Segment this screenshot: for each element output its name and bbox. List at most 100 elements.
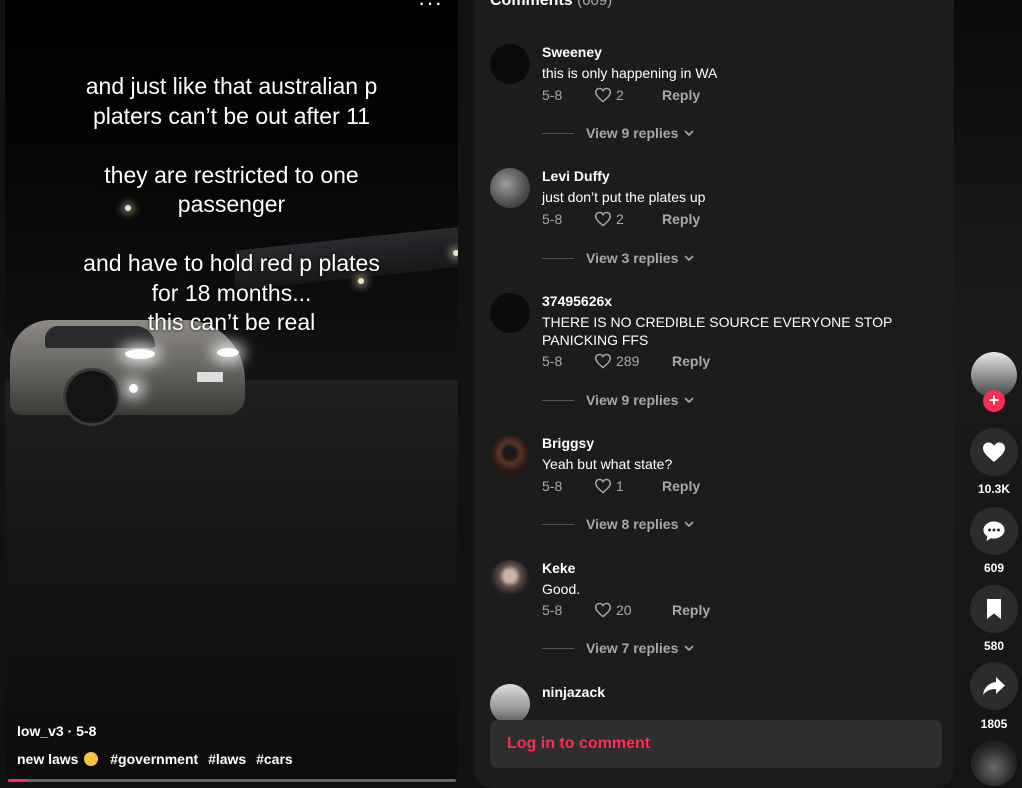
video-progress-fill	[8, 779, 26, 782]
comment-like-count: 2	[616, 211, 624, 227]
comment-icon	[983, 521, 1005, 541]
comment-username[interactable]: Sweeney	[542, 44, 602, 60]
view-replies-label: View 8 replies	[586, 516, 679, 532]
view-replies-label: View 9 replies	[586, 125, 679, 141]
comment-date: 5-8	[542, 353, 563, 369]
comment-text: Yeah but what state?	[542, 456, 673, 472]
comment-button[interactable]	[970, 507, 1018, 555]
comment-like-count: 289	[616, 353, 640, 369]
comments-count: (609)	[577, 0, 613, 9]
hashtag-link[interactable]: #laws	[208, 751, 246, 767]
avatar[interactable]	[490, 435, 530, 475]
save-button[interactable]	[970, 585, 1018, 633]
hashtag-link[interactable]: #government	[110, 751, 198, 767]
like-count: 10.3K	[977, 482, 1011, 496]
comment-date: 5-8	[542, 478, 563, 494]
share-count: 1805	[980, 717, 1008, 731]
like-button[interactable]	[970, 428, 1018, 476]
comments-panel: Comments (609) Sweeney this is only happ…	[474, 0, 954, 788]
comment-meta: 5-8 1 Reply	[542, 478, 700, 494]
share-arrow-icon	[983, 677, 1005, 695]
save-count: 580	[983, 639, 1005, 653]
video-player[interactable]: and just like that australian p platers …	[5, 0, 458, 783]
divider	[542, 132, 574, 134]
comment-count: 609	[983, 561, 1005, 575]
heart-outline-icon[interactable]	[594, 478, 612, 494]
comment-like-count: 2	[616, 87, 624, 103]
avatar[interactable]	[490, 44, 530, 84]
comment-username[interactable]: Briggsy	[542, 435, 594, 451]
comment-text: THERE IS NO CREDIBLE SOURCE EVERYONE STO…	[542, 314, 893, 348]
heart-outline-icon[interactable]	[594, 602, 612, 618]
avatar[interactable]	[490, 560, 530, 600]
view-replies-label: View 3 replies	[586, 250, 679, 266]
comment-meta: 5-8 289 Reply	[542, 353, 710, 369]
chevron-down-icon	[684, 130, 694, 137]
login-to-comment-label: Log in to comment	[507, 735, 651, 752]
reply-button[interactable]: Reply	[662, 87, 700, 103]
view-replies-label: View 7 replies	[586, 640, 679, 656]
music-disc-avatar[interactable]	[971, 740, 1017, 786]
video-scene-plate	[197, 372, 223, 382]
reply-button[interactable]: Reply	[662, 211, 700, 227]
video-scene-headlight	[217, 348, 239, 357]
comments-title: Comments	[490, 0, 573, 9]
comment-meta: 5-8 2 Reply	[542, 211, 700, 227]
plus-icon[interactable]: +	[983, 390, 1005, 412]
view-replies-button[interactable]: View 9 replies	[542, 125, 694, 141]
comment-username[interactable]: 37495626x	[542, 293, 612, 309]
comment-text: Good.	[542, 581, 581, 597]
comment-text: just don’t put the plates up	[542, 189, 706, 205]
login-to-comment-button[interactable]: Log in to comment	[490, 720, 942, 768]
view-replies-button[interactable]: View 7 replies	[542, 640, 694, 656]
avatar[interactable]	[490, 684, 530, 724]
heart-outline-icon[interactable]	[594, 353, 612, 369]
avatar[interactable]	[490, 293, 530, 333]
view-replies-button[interactable]: View 9 replies	[542, 392, 694, 408]
comment-meta: 5-8 2 Reply	[542, 87, 700, 103]
video-progress-bar[interactable]	[8, 779, 456, 782]
comment-username[interactable]: Levi Duffy	[542, 168, 610, 184]
comment-date: 5-8	[542, 211, 563, 227]
comment-date: 5-8	[542, 602, 563, 618]
caption-text: new laws	[17, 751, 79, 767]
more-options-icon[interactable]: ···	[418, 0, 443, 16]
chevron-down-icon	[684, 521, 694, 528]
comments-header: Comments (609)	[490, 0, 612, 10]
reply-button[interactable]: Reply	[672, 602, 710, 618]
view-replies-button[interactable]: View 3 replies	[542, 250, 694, 266]
video-scene-foglight	[129, 384, 138, 393]
share-button[interactable]	[970, 662, 1018, 710]
comment-username[interactable]: Keke	[542, 560, 575, 576]
comment-like-count: 20	[616, 602, 632, 618]
video-caption: new laws #government #laws #cars	[17, 751, 293, 767]
action-rail: + 10.3K 609 580 1805	[966, 0, 1022, 788]
divider	[542, 257, 574, 259]
comment-username[interactable]: ninjazack	[542, 684, 605, 700]
view-replies-button[interactable]: View 8 replies	[542, 516, 694, 532]
emoji-icon	[84, 752, 99, 766]
chevron-down-icon	[684, 255, 694, 262]
chevron-down-icon	[684, 645, 694, 652]
reply-button[interactable]: Reply	[672, 353, 710, 369]
video-scene-wheel	[63, 368, 121, 426]
heart-icon	[983, 442, 1005, 462]
video-author-date[interactable]: low_v3 · 5-8	[17, 723, 96, 739]
comment-meta: 5-8 20 Reply	[542, 602, 710, 618]
view-replies-label: View 9 replies	[586, 392, 679, 408]
bookmark-icon	[987, 599, 1001, 619]
divider	[542, 523, 574, 525]
reply-button[interactable]: Reply	[662, 478, 700, 494]
divider	[542, 399, 574, 401]
avatar[interactable]	[490, 168, 530, 208]
comment-like-count: 1	[616, 478, 624, 494]
divider	[542, 647, 574, 649]
comment-date: 5-8	[542, 87, 563, 103]
comment-text: this is only happening in WA	[542, 65, 718, 81]
hashtag-link[interactable]: #cars	[256, 751, 293, 767]
chevron-down-icon	[684, 397, 694, 404]
video-overlay-text: and just like that australian p platers …	[83, 73, 380, 335]
heart-outline-icon[interactable]	[594, 211, 612, 227]
video-scene-headlight	[125, 349, 155, 359]
heart-outline-icon[interactable]	[594, 87, 612, 103]
